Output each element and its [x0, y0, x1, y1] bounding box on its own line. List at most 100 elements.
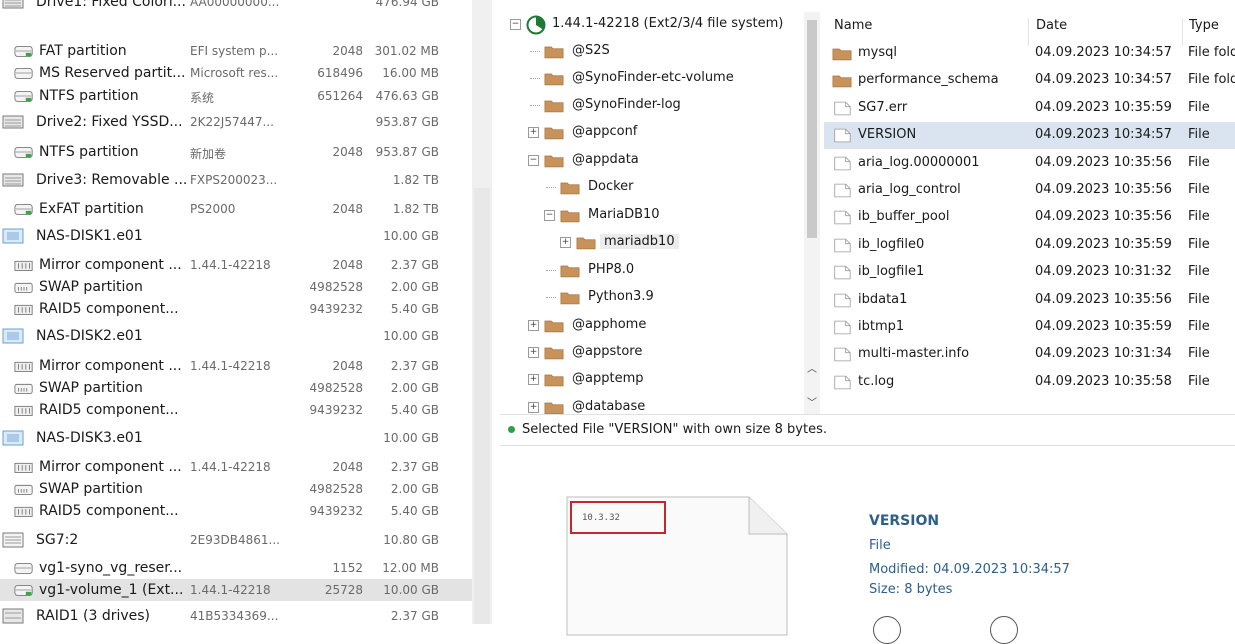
drive-name: NTFS partition [39, 144, 139, 160]
file-row[interactable]: mysql 04.09.2023 10:34:57 File fold [824, 40, 1235, 67]
drive-list-row[interactable]: NTFS partition 新加卷 2048 953.87 GB [0, 141, 472, 163]
scroll-down-arrow-icon[interactable]: ﹀ [804, 394, 820, 409]
folder-tree-scrollbar[interactable]: ︿ ﹀ [804, 12, 820, 414]
drive-list-row[interactable]: Mirror component ... 1.44.1-42218 2048 2.37… [0, 355, 472, 377]
folder-icon [832, 73, 852, 88]
tree-folder-item[interactable]: + @apphome [500, 313, 816, 339]
tree-folder-item[interactable]: + mariadb10 [500, 230, 816, 256]
tree-folder-item[interactable]: @SynoFinder-log [500, 93, 816, 119]
tree-folder-item[interactable]: @S2S [500, 39, 816, 65]
drive-list-row[interactable]: NAS-DISK3.e01 10.00 GB [0, 427, 472, 449]
drive-list-row[interactable]: RAID1 (3 drives) 41B5334369... 2.37 GB [0, 605, 472, 624]
drive-list-row[interactable]: NAS-DISK1.e01 10.00 GB [0, 225, 472, 247]
file-type: File [1188, 236, 1210, 252]
panel-splitter[interactable] [472, 0, 492, 624]
tree-root[interactable]: − 1.44.1-42218 (Ext2/3/4 file system) [500, 12, 816, 38]
file-name: performance_schema [858, 72, 999, 88]
folder-icon [560, 290, 580, 305]
preview-modified: Modified: 04.09.2023 10:34:57 [869, 562, 1070, 577]
tree-folder-item[interactable]: Python3.9 [500, 285, 816, 311]
tree-connector [530, 105, 540, 106]
collapse-toggle-icon[interactable]: − [544, 210, 555, 221]
collapse-toggle-icon[interactable]: − [528, 155, 539, 166]
file-date: 04.09.2023 10:35:56 [1035, 182, 1172, 197]
drive-list-row[interactable]: NAS-DISK2.e01 10.00 GB [0, 325, 472, 347]
drive-list-row[interactable]: SWAP partition 4982528 2.00 GB [0, 377, 472, 399]
drive-size: 2.00 GB [390, 381, 439, 395]
file-date: 04.09.2023 10:35:56 [1035, 209, 1172, 225]
preview-action-button[interactable] [873, 616, 901, 644]
drive-list-row[interactable]: Drive1: Fixed Colorf... AA00000000... 476.… [0, 0, 472, 13]
drive-list-row[interactable]: ExFAT partition PS2000 2048 1.82 TB [0, 198, 472, 220]
file-row[interactable]: ibdata1 04.09.2023 10:35:56 File [824, 287, 1235, 314]
drive-list-row[interactable]: Mirror component ... 1.44.1-42218 2048 2.37… [0, 254, 472, 276]
tree-folder-item[interactable]: @SynoFinder-etc-volume [500, 66, 816, 92]
tree-folder-item[interactable]: + @appconf [500, 120, 816, 146]
file-row[interactable]: SG7.err 04.09.2023 10:35:59 File [824, 95, 1235, 122]
drive-list-row[interactable]: FAT partition EFI system p... 2048 301.02 M… [0, 40, 472, 62]
drive-name: vg1-syno_vg_reser... [39, 560, 183, 576]
status-bar: Selected File "VERSION" with own size 8 … [500, 414, 1235, 446]
scroll-up-arrow-icon[interactable]: ︿ [804, 360, 820, 375]
drive-list-row[interactable]: RAID5 component... 9439232 5.40 GB [0, 298, 472, 320]
tree-folder-item[interactable]: + @appstore [500, 340, 816, 366]
drive-name: Drive2: Fixed YSSD... [36, 114, 183, 130]
drive-list-row[interactable]: NTFS partition 系统 651264 476.63 GB [0, 85, 472, 107]
file-row[interactable]: performance_schema 04.09.2023 10:34:57 Fil… [824, 67, 1235, 94]
file-row[interactable]: ib_logfile1 04.09.2023 10:31:32 File [824, 259, 1235, 286]
drive-name: RAID1 (3 drives) [36, 608, 151, 624]
partition-icon [14, 88, 34, 104]
expand-toggle-icon[interactable]: + [528, 127, 539, 138]
file-name: multi-master.info [858, 346, 970, 362]
expand-toggle-icon[interactable]: + [528, 347, 539, 358]
drive-start-sector: 2048 [332, 145, 363, 159]
file-row[interactable]: VERSION 04.09.2023 10:34:57 File [824, 122, 1235, 150]
tree-folder-item[interactable]: + @apptemp [500, 367, 816, 393]
expand-toggle-icon[interactable]: + [528, 402, 539, 413]
tree-folder-item[interactable]: − MariaDB10 [500, 203, 816, 229]
file-icon [832, 320, 852, 335]
drive-list-row[interactable]: Mirror component ... 1.44.1-42218 2048 2.37… [0, 456, 472, 478]
drive-list-scrollbar-track[interactable] [474, 188, 490, 624]
tree-folder-item[interactable]: PHP8.0 [500, 258, 816, 284]
drive-list-row[interactable]: vg1-volume_1 (Ext... 1.44.1-42218 25728 10.… [0, 579, 472, 601]
drive-list-row[interactable]: SWAP partition 4982528 2.00 GB [0, 276, 472, 298]
file-row[interactable]: ib_logfile0 04.09.2023 10:35:59 File [824, 232, 1235, 259]
file-row[interactable]: ibtmp1 04.09.2023 10:35:59 File [824, 314, 1235, 341]
file-date: 04.09.2023 10:35:58 [1035, 373, 1172, 389]
expand-toggle-icon[interactable]: + [528, 374, 539, 385]
tree-folder-item[interactable]: + @database [500, 395, 816, 414]
drive-list-row[interactable]: RAID5 component... 9439232 5.40 GB [0, 399, 472, 421]
drive-size: 2.37 GB [390, 258, 439, 272]
tree-connector [546, 270, 556, 271]
tree-folder-item[interactable]: − @appdata [500, 148, 816, 174]
drive-list-row[interactable]: Drive2: Fixed YSSD... 2K22J57447... 953.87… [0, 111, 472, 133]
file-row[interactable]: aria_log_control 04.09.2023 10:35:56 File [824, 177, 1235, 204]
drive-size: 953.87 GB [375, 115, 439, 129]
column-header-name[interactable]: Name [834, 18, 872, 33]
file-row[interactable]: multi-master.info 04.09.2023 10:31:34 File [824, 341, 1235, 368]
collapse-toggle-icon[interactable]: − [510, 19, 521, 30]
expand-toggle-icon[interactable]: + [560, 237, 571, 248]
column-header-date[interactable]: Date [1036, 18, 1067, 33]
file-row[interactable]: tc.log 04.09.2023 10:35:58 File [824, 369, 1235, 396]
drive-list-row[interactable]: SWAP partition 4982528 2.00 GB [0, 478, 472, 500]
drive-list-row[interactable]: RAID5 component... 9439232 5.40 GB [0, 500, 472, 522]
drive-list-row[interactable]: SG7:2 2E93DB4861... 10.80 GB [0, 529, 472, 551]
drive-size: 10.80 GB [383, 533, 439, 547]
column-header-type[interactable]: Type [1189, 18, 1219, 33]
file-row[interactable]: ib_buffer_pool 04.09.2023 10:35:56 File [824, 204, 1235, 231]
drive-size: 2.37 GB [390, 359, 439, 373]
drive-list-row[interactable]: MS Reserved partit... Microsoft res... 618… [0, 62, 472, 84]
expand-toggle-icon[interactable]: + [528, 320, 539, 331]
file-type: File [1188, 264, 1210, 280]
drive-list-row[interactable]: vg1-syno_vg_reser... 1152 12.00 MB [0, 557, 472, 579]
file-row[interactable]: aria_log.00000001 04.09.2023 10:35:56 File [824, 150, 1235, 177]
scrollbar-thumb[interactable] [807, 20, 817, 238]
tree-folder-item[interactable]: Docker [500, 175, 816, 201]
partition-usage-icon [526, 15, 546, 35]
file-type: File [1188, 209, 1210, 225]
file-type: File fold [1188, 72, 1235, 88]
preview-action-button[interactable] [990, 616, 1018, 644]
drive-list-row[interactable]: Drive3: Removable ... FXPS200023... 1.82 T… [0, 169, 472, 191]
